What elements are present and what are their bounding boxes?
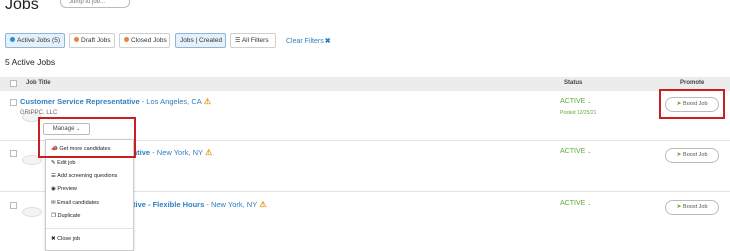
company-name: GRIPPC, LLC — [20, 110, 58, 116]
rocket-icon: ➤ — [676, 204, 682, 210]
closed-dot-icon — [124, 36, 129, 42]
active-jobs-count: 5 Active Jobs — [5, 57, 56, 67]
close-icon: ✖ — [51, 236, 56, 242]
active-dot-icon — [10, 36, 15, 42]
menu-item-duplicate[interactable]: ❐ Duplicate — [51, 213, 80, 219]
header-status: Status — [564, 80, 583, 86]
clear-filters-link[interactable]: Clear Filters✖ — [286, 37, 331, 45]
table-header — [0, 77, 730, 91]
boost-job-button[interactable]: ➤ Boost Job — [665, 200, 719, 215]
rocket-icon: ➤ — [676, 152, 682, 158]
chevron-down-icon: ⌄ — [587, 99, 592, 105]
menu-item-edit-job[interactable]: ✎ Edit job — [51, 160, 76, 166]
header-promote: Promote — [680, 80, 705, 86]
sort-jobs-created[interactable]: Jobs | Created — [175, 33, 226, 48]
jump-to-job-input[interactable] — [60, 0, 130, 8]
rocket-icon: ➤ — [676, 101, 682, 107]
filter-draft-jobs[interactable]: Draft Jobs — [69, 33, 115, 48]
chevron-down-icon: ⌄ — [587, 201, 592, 207]
status-dropdown[interactable]: ACTIVE ⌄ — [560, 148, 591, 155]
row-checkbox[interactable] — [10, 99, 17, 106]
status-dropdown[interactable]: ACTIVE ⌄ — [560, 200, 591, 207]
filter-closed-jobs[interactable]: Closed Jobs — [119, 33, 170, 48]
sliders-icon: ☰ — [235, 38, 241, 44]
pencil-icon: ✎ — [51, 160, 56, 166]
job-thumbnail — [22, 207, 42, 217]
row-checkbox[interactable] — [10, 150, 17, 157]
select-all-checkbox[interactable] — [10, 80, 17, 87]
chevron-down-icon: ⌄ — [587, 149, 592, 155]
boost-job-button[interactable]: ➤ Boost Job — [665, 97, 719, 112]
row-checkbox[interactable] — [10, 202, 17, 209]
menu-item-add-screening-questions[interactable]: ☰ Add screening questions — [51, 173, 117, 179]
header-job-title: Job Title — [26, 80, 51, 86]
warning-icon: ⚠ — [205, 148, 213, 157]
warning-icon: ⚠ — [259, 200, 267, 209]
status-dropdown[interactable]: ACTIVE ⌄ — [560, 98, 591, 105]
page-title: Jobs — [5, 0, 39, 13]
menu-item-email-candidates[interactable]: ✉ Email candidates — [51, 200, 99, 206]
list-icon: ☰ — [51, 173, 56, 179]
envelope-icon: ✉ — [51, 200, 56, 206]
posted-date: Posted 12/25/21 — [560, 110, 597, 116]
close-icon: ✖ — [324, 38, 331, 45]
job-title-link[interactable]: ative - New York, NY ⚠ — [133, 148, 212, 157]
filter-active-jobs[interactable]: Active Jobs (5) — [5, 33, 65, 48]
eye-icon: ◉ — [51, 186, 56, 192]
menu-item-preview[interactable]: ◉ Preview — [51, 186, 77, 192]
warning-icon: ⚠ — [203, 97, 212, 106]
copy-icon: ❐ — [51, 213, 56, 219]
job-title-link[interactable]: Customer Service Representative - Los An… — [20, 97, 211, 106]
highlight-box — [38, 117, 136, 158]
menu-divider — [46, 228, 133, 229]
draft-dot-icon — [74, 36, 79, 42]
menu-item-close-job[interactable]: ✖ Close job — [51, 236, 80, 242]
all-filters-button[interactable]: ☰ All Filters — [230, 33, 276, 48]
boost-job-button[interactable]: ➤ Boost Job — [665, 148, 719, 163]
job-title-link[interactable]: tive - Flexible Hours - New York, NY ⚠ — [133, 200, 266, 209]
